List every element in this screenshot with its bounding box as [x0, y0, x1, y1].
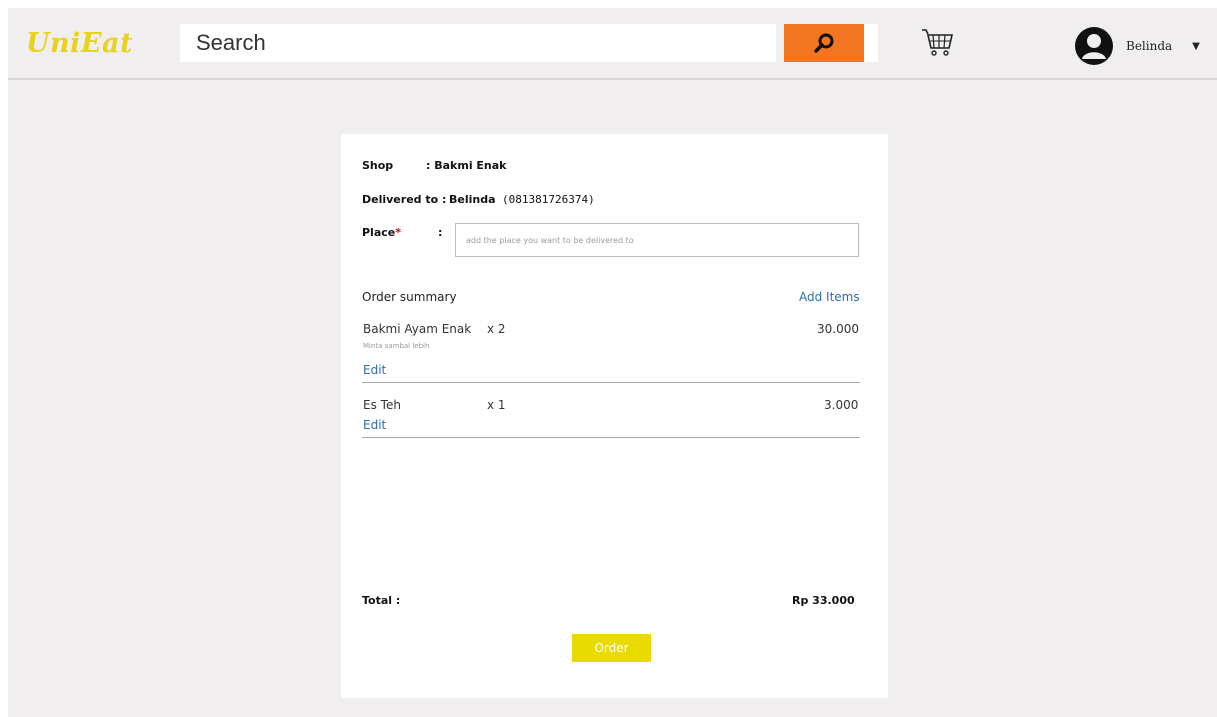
user-menu[interactable]: Belinda ▼ [1074, 26, 1200, 66]
search-input[interactable] [180, 24, 776, 62]
item-divider [362, 437, 860, 438]
place-colon: : [438, 226, 443, 239]
place-input[interactable] [455, 223, 859, 257]
item-note: Minta sambal lebih [363, 342, 430, 350]
delivered-label: Delivered to : [362, 193, 447, 206]
place-label-text: Place [362, 226, 396, 239]
dropdown-caret-icon[interactable]: ▼ [1192, 41, 1200, 52]
item-qty: x 1 [487, 398, 506, 412]
item-name: Es Teh [363, 398, 401, 412]
search-button[interactable] [784, 24, 864, 62]
shop-label: Shop [362, 159, 394, 172]
uneat-logo[interactable]: UniEat [26, 28, 133, 59]
item-qty: x 2 [487, 322, 506, 336]
total-label: Total : [362, 594, 401, 607]
item-price: 3.000 [824, 398, 859, 412]
total-value: Rp 33.000 [792, 594, 855, 607]
cart-icon [922, 28, 954, 56]
search-icon [814, 33, 834, 53]
order-card: Shop : Bakmi Enak Delivered to : Belinda… [341, 134, 888, 698]
user-avatar-icon [1075, 27, 1113, 65]
required-mark: * [395, 226, 402, 239]
add-items-link[interactable]: Add Items [799, 290, 860, 304]
delivered-name: Belinda [449, 193, 496, 206]
order-button[interactable]: Order [572, 634, 651, 662]
delivered-phone: (081381726374) [502, 193, 595, 206]
edit-item-link[interactable]: Edit [363, 363, 386, 377]
shop-value: : Bakmi Enak [426, 159, 507, 172]
app-window: UniEat Search Belinda ▼ Shop: Bakmi Ena… [8, 8, 1217, 717]
top-header: UniEat Search Belinda ▼ [8, 8, 1217, 80]
user-name: Belinda [1126, 39, 1173, 53]
edit-item-link[interactable]: Edit [363, 418, 386, 432]
place-label: Place* [362, 226, 401, 239]
item-name: Bakmi Ayam Enak [363, 322, 472, 336]
item-divider [362, 382, 860, 383]
search-bar-end [864, 24, 878, 62]
cart-button[interactable] [917, 24, 957, 64]
order-summary-title: Order summary [362, 290, 457, 304]
item-price: 30.000 [817, 322, 859, 336]
